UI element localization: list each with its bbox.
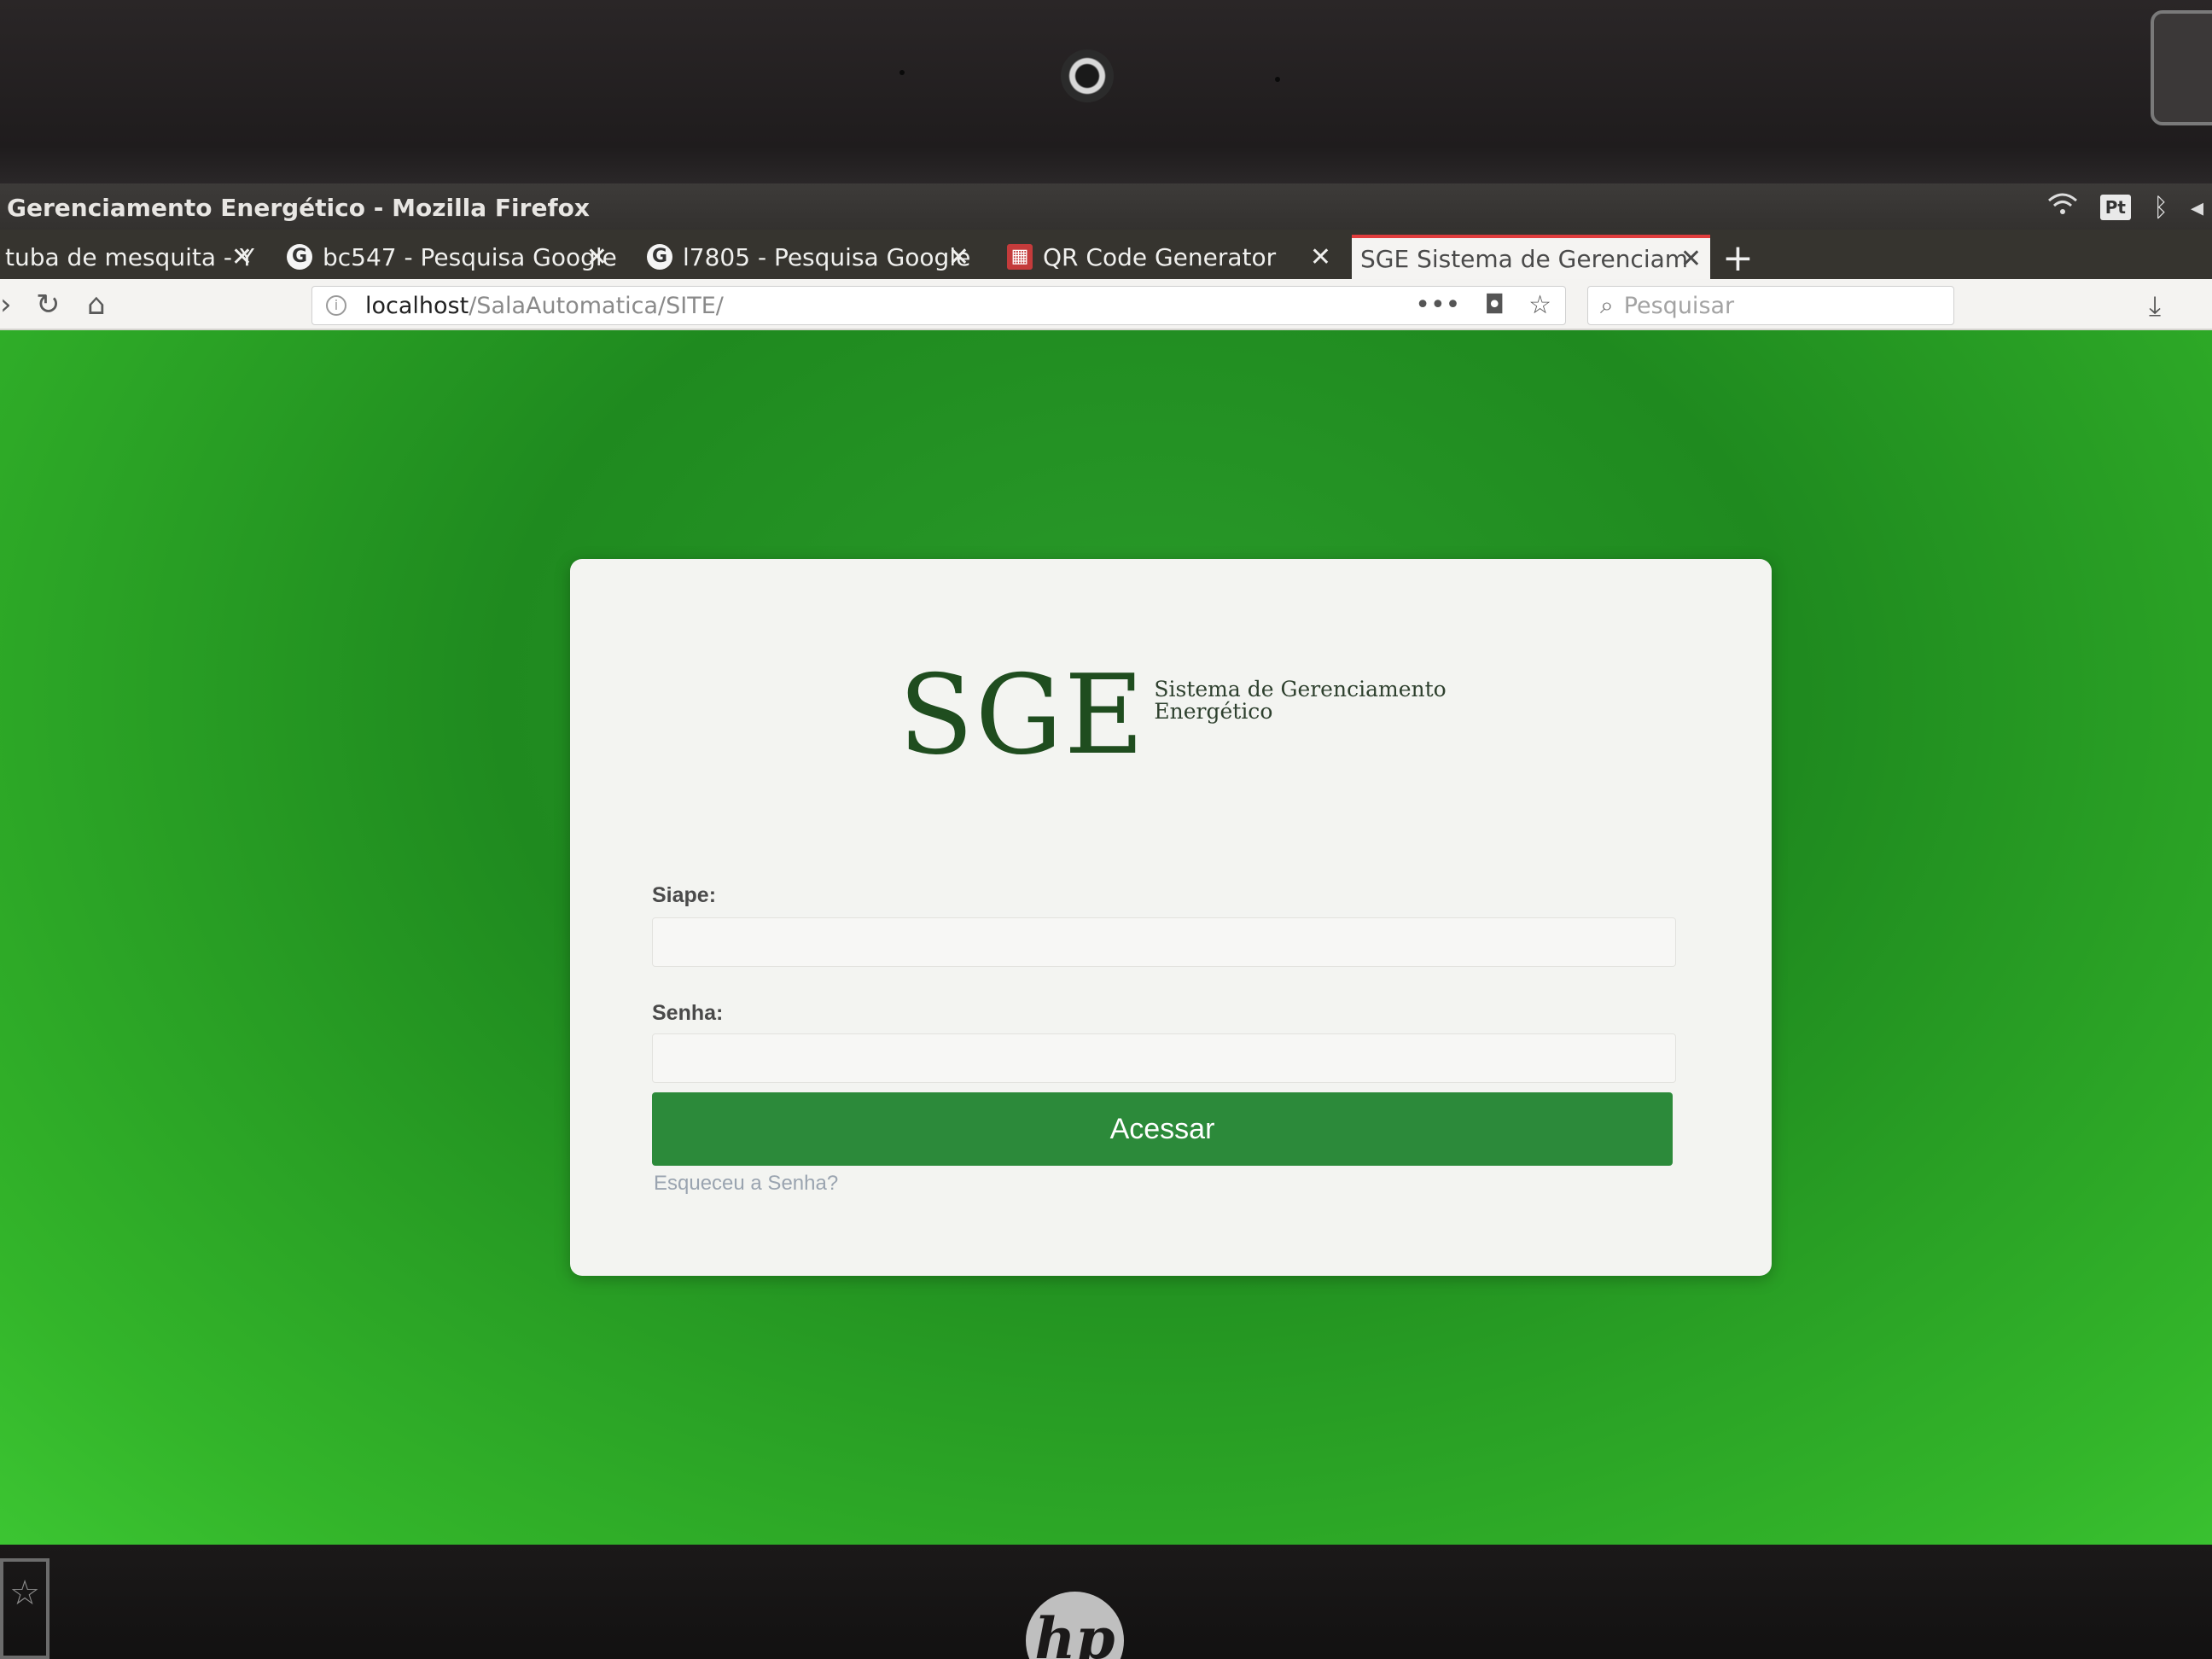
tab-strip: tuba de mesquita - Y ✕ G bc547 - Pesquis… (0, 230, 2212, 280)
sticker (2151, 10, 2212, 125)
search-bar[interactable]: ⌕ (1587, 286, 1954, 325)
logo-subtitle: Sistema de Gerenciamento Energético (1154, 677, 1447, 725)
tab-label: l7805 - Pesquisa Google (683, 242, 971, 271)
screen: Gerenciamento Energético - Mozilla Firef… (0, 183, 2212, 1545)
page-content: SGE Sistema de Gerenciamento Energético … (0, 330, 2212, 1545)
energy-star-icon: ☆ (0, 1558, 49, 1659)
wifi-icon[interactable] (2047, 192, 2078, 223)
tab-l7805[interactable]: G l7805 - Pesquisa Google ✕ (638, 235, 978, 279)
url-actions: ••• ◘ ☆ (1415, 290, 1551, 320)
volume-icon[interactable]: ◂ (2191, 193, 2203, 223)
tab-youtube[interactable]: tuba de mesquita - Y ✕ (0, 235, 261, 279)
window-titlebar: Gerenciamento Energético - Mozilla Firef… (0, 183, 2212, 230)
bookmark-star-icon[interactable]: ☆ (1528, 290, 1551, 320)
window-title: Gerenciamento Energético - Mozilla Firef… (7, 194, 590, 222)
system-tray: Pt ᛒ ◂ (2047, 192, 2203, 223)
siape-label: Siape: (652, 883, 717, 907)
new-tab-button[interactable]: + (1722, 236, 1754, 280)
senha-input[interactable] (652, 1033, 1676, 1083)
google-icon: G (287, 244, 312, 270)
close-tab-icon[interactable]: ✕ (1310, 242, 1331, 272)
qr-icon: ▦ (1007, 244, 1033, 270)
siape-input[interactable] (652, 917, 1676, 967)
tab-label: tuba de mesquita - Y (5, 242, 254, 271)
tab-label: bc547 - Pesquisa Google (323, 242, 616, 271)
sensor-dot (1275, 77, 1280, 82)
url-text[interactable]: localhost/SalaAutomatica/SITE/ (365, 293, 724, 319)
close-tab-icon[interactable]: ✕ (231, 242, 253, 272)
tab-qr-code-generator[interactable]: ▦ QR Code Generator ✕ (998, 235, 1340, 279)
sge-logo: SGE Sistema de Gerenciamento Energético (899, 661, 1478, 771)
tab-sge[interactable]: SGE Sistema de Gerenciam ✕ (1352, 235, 1710, 279)
reload-icon[interactable]: ↻ (36, 288, 61, 322)
tab-bc547[interactable]: G bc547 - Pesquisa Google ✕ (278, 235, 616, 279)
logo-title: SGE (899, 652, 1146, 779)
acessar-button[interactable]: Acessar (652, 1092, 1673, 1166)
info-icon[interactable]: i (326, 295, 346, 316)
bluetooth-icon[interactable]: ᛒ (2153, 193, 2168, 223)
download-icon[interactable]: ⤓ (2149, 289, 2161, 323)
tab-label: SGE Sistema de Gerenciam (1360, 244, 1689, 273)
search-input[interactable] (1623, 292, 1931, 319)
close-tab-icon[interactable]: ✕ (586, 242, 608, 272)
close-tab-icon[interactable]: ✕ (948, 242, 969, 272)
home-icon[interactable]: ⌂ (87, 288, 106, 322)
keyboard-layout-indicator[interactable]: Pt (2099, 195, 2131, 220)
url-bar[interactable]: i localhost/SalaAutomatica/SITE/ ••• ◘ ☆ (311, 286, 1566, 325)
sensor-dot (899, 70, 905, 75)
login-card: SGE Sistema de Gerenciamento Energético … (570, 559, 1772, 1276)
search-icon: ⌕ (1600, 291, 1614, 319)
tab-label: QR Code Generator (1043, 242, 1277, 271)
google-icon: G (647, 244, 672, 270)
page-actions-icon[interactable]: ••• (1415, 290, 1460, 320)
navigation-bar: › ↻ ⌂ i localhost/SalaAutomatica/SITE/ •… (0, 279, 2212, 330)
monitor-bezel-top (0, 0, 2212, 183)
close-tab-icon[interactable]: ✕ (1680, 244, 1702, 274)
forgot-password-link[interactable]: Esqueceu a Senha? (654, 1172, 838, 1196)
webcam-icon (1061, 49, 1114, 102)
forward-icon[interactable]: › (0, 288, 12, 322)
senha-label: Senha: (652, 1001, 724, 1025)
pocket-icon[interactable]: ◘ (1484, 290, 1505, 320)
